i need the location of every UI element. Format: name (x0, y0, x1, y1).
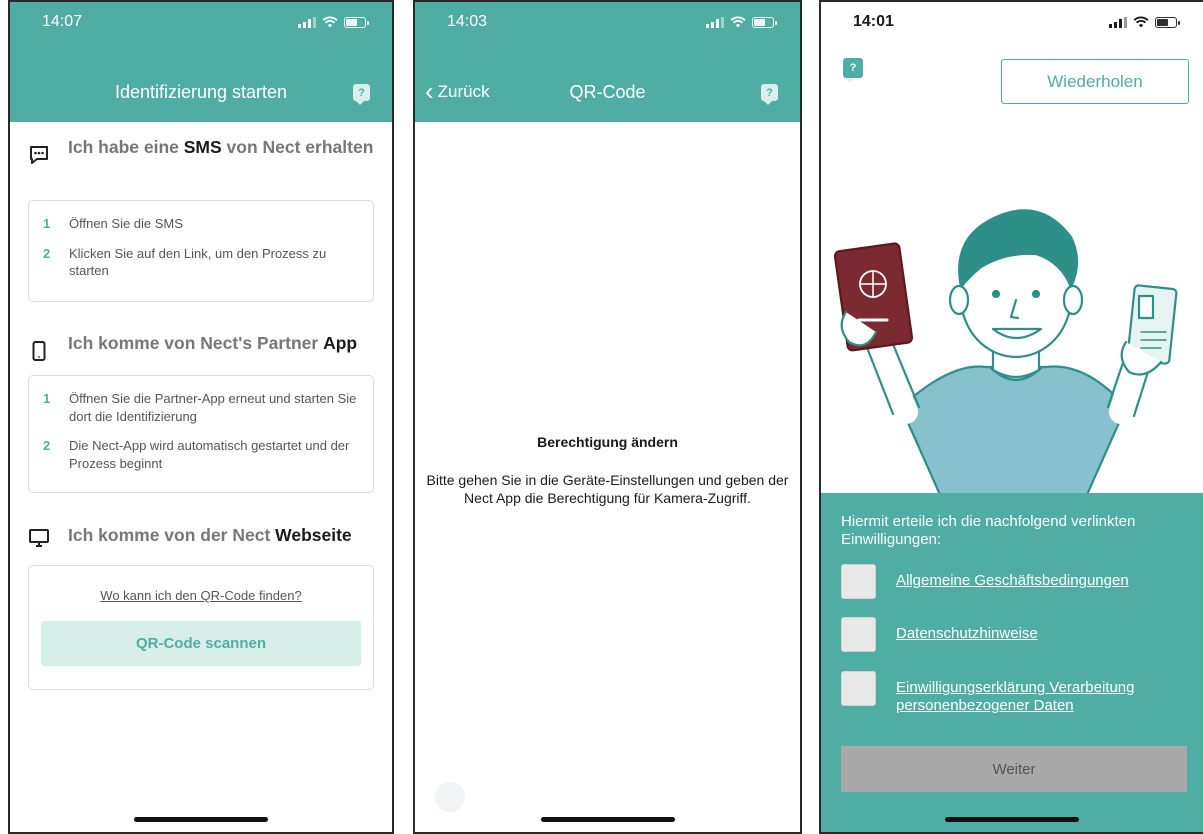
status-bar: 14:01 (821, 2, 1203, 42)
page-title: Identifizierung starten (114, 81, 288, 102)
home-indicator[interactable] (945, 817, 1079, 822)
section-website: Ich komme von der Nect Webseite (28, 524, 374, 549)
consent-link[interactable]: Einwilligungserklärung Verarbeitung pers… (896, 679, 1193, 715)
section-title: Ich komme von der Nect Webseite (68, 525, 352, 545)
battery-icon (752, 16, 777, 28)
step-item: 2 Die Nect-App wird automatisch gestartet… (43, 438, 350, 471)
signal-icon (706, 16, 724, 28)
screen-qr-code: 14:03 ‹ Zurück QR-Code ? Berechtigung än… (413, 0, 802, 834)
chat-bubble-icon (30, 146, 48, 164)
home-indicator[interactable] (134, 817, 268, 822)
status-time: 14:01 (853, 13, 894, 30)
status-time: 14:03 (447, 13, 488, 30)
monitor-icon (29, 529, 49, 547)
qr-help-link[interactable]: Wo kann ich den QR-Code finden? (29, 588, 373, 603)
step-item: 1 Öffnen Sie die SMS (43, 216, 183, 231)
steps-sms: 1 Öffnen Sie die SMS 2 Klicken Sie auf den… (28, 200, 374, 302)
consent-intro: Hiermit erteile ich die nachfolgend verl… (841, 513, 1136, 548)
page-title: QR-Code (569, 81, 646, 102)
section-title: Ich komme von Nect's Partner App (68, 333, 358, 353)
consent-checkbox[interactable] (841, 564, 876, 599)
step-item: 2 Klicken Sie auf den Link, um den Prozes… (43, 245, 327, 279)
section-title: Ich habe eine SMS von Nect erhalten (68, 137, 374, 157)
battery-icon (344, 16, 369, 28)
permission-message: Berechtigung ändern Bitte gehen Sie in d… (415, 434, 800, 507)
back-label: Zurück (437, 82, 490, 101)
help-icon[interactable]: ? (761, 84, 778, 105)
smartphone-icon (32, 341, 46, 361)
permission-title: Berechtigung ändern (537, 434, 678, 450)
section-partner-app: Ich komme von Nect's Partner App (28, 332, 374, 362)
consent-checkbox[interactable] (841, 617, 876, 652)
consent-row: Datenschutzhinweise (841, 617, 1193, 652)
permission-text: Bitte gehen Sie in die Geräte-Einstellun… (426, 472, 789, 506)
steps-partner-app: 1 Öffnen Sie die Partner-App erneut und s… (28, 375, 374, 493)
consent-checkbox[interactable] (841, 671, 876, 706)
wifi-icon (730, 16, 746, 28)
help-icon[interactable]: ? (843, 58, 863, 82)
status-icons (1109, 16, 1180, 28)
nav-bar: ‹ Zurück QR-Code ? (415, 72, 800, 112)
consent-link[interactable]: Datenschutzhinweise (896, 625, 1038, 643)
consent-panel: Hiermit erteile ich die nachfolgend verl… (821, 493, 1203, 832)
person-holding-documents-icon (833, 209, 1178, 497)
status-icons (706, 16, 777, 28)
scan-qr-button[interactable]: QR-Code scannen (41, 621, 361, 666)
battery-icon (1155, 16, 1180, 28)
status-bar: 14:07 (10, 2, 392, 42)
status-icons (298, 16, 369, 28)
wifi-icon (322, 16, 338, 28)
qr-box: Wo kann ich den QR-Code finden? QR-Code … (28, 565, 374, 690)
signal-icon (298, 16, 316, 28)
continue-button[interactable]: Weiter (841, 746, 1187, 792)
nav-bar: Identifizierung starten ? (10, 72, 392, 112)
screen-identification-start: 14:07 Identifizierung starten ? Ich habe… (8, 0, 394, 834)
header: 14:07 Identifizierung starten ? (10, 2, 392, 122)
home-indicator[interactable] (540, 817, 675, 822)
repeat-button[interactable]: Wiederholen (1001, 59, 1189, 104)
screen-consent: 14:01 ? Wiederholen Hiermit erteile ich … (819, 0, 1203, 834)
header: 14:03 ‹ Zurück QR-Code ? (415, 2, 800, 122)
wifi-icon (1133, 16, 1149, 28)
help-icon[interactable]: ? (353, 84, 370, 105)
faded-button-icon (435, 782, 465, 812)
status-time: 14:07 (42, 13, 83, 30)
step-item: 1 Öffnen Sie die Partner-App erneut und s… (43, 391, 357, 424)
consent-row: Allgemeine Geschäftsbedingungen (841, 564, 1193, 599)
signal-icon (1109, 16, 1127, 28)
back-button[interactable]: ‹ Zurück (425, 72, 490, 112)
status-bar: 14:03 (415, 2, 800, 42)
section-sms: Ich habe eine SMS von Nect erhalten (28, 136, 374, 166)
chevron-left-icon: ‹ (425, 76, 434, 106)
consent-link[interactable]: Allgemeine Geschäftsbedingungen (896, 572, 1129, 590)
consent-row: Einwilligungserklärung Verarbeitung pers… (841, 671, 1193, 715)
